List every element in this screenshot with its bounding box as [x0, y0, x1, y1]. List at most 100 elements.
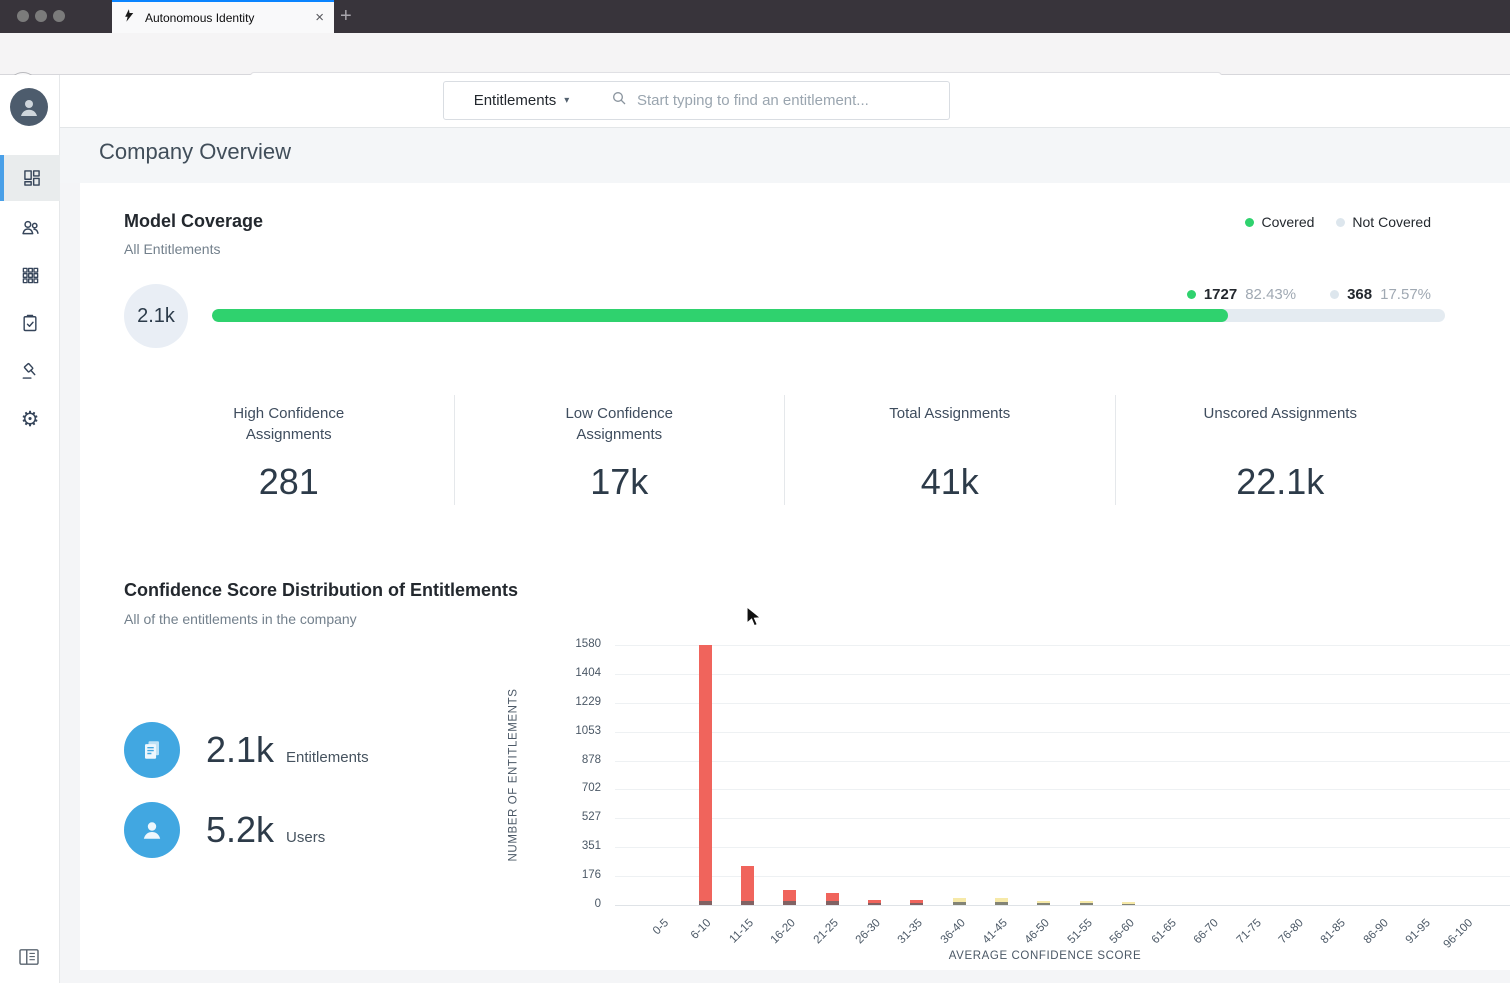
- traffic-light-close[interactable]: [17, 10, 29, 22]
- chart-bar-base: [741, 901, 755, 905]
- chart-bar[interactable]: [1079, 901, 1093, 905]
- stat-low-confidence: Low Confidence Assignments 17k: [453, 395, 785, 505]
- chart-gridline: [615, 673, 1510, 675]
- stats-row: High Confidence Assignments 281 Low Conf…: [124, 395, 1445, 505]
- chart-x-tick: 11-15: [727, 917, 757, 946]
- chart-gridline: [615, 789, 1510, 791]
- search-box[interactable]: [599, 81, 950, 120]
- stat-total-assignments: Total Assignments 41k: [784, 395, 1115, 505]
- not-covered-dot-icon: [1330, 290, 1340, 299]
- coverage-total-badge: 2.1k: [124, 284, 188, 348]
- chart-bar[interactable]: [825, 893, 839, 905]
- sidebar-item-rules[interactable]: [0, 348, 60, 394]
- coverage-progress-bar: [212, 309, 1445, 322]
- chart-gridline: [615, 731, 1510, 733]
- chart-x-tick: 16-20: [769, 917, 799, 947]
- stat-unscored-assignments: Unscored Assignments 22.1k: [1114, 395, 1446, 505]
- sidebar-item-approvals[interactable]: [0, 300, 60, 346]
- chart-gridline: [615, 847, 1510, 849]
- users-summary: 5.2k Users: [124, 802, 325, 858]
- chart-x-tick: 66-70: [1192, 917, 1222, 947]
- sidebar-item-settings[interactable]: ⚙: [0, 396, 60, 442]
- chart-gridline: [615, 645, 1510, 646]
- new-tab-button[interactable]: +: [340, 4, 352, 28]
- panel-toggle-icon[interactable]: [18, 948, 40, 971]
- covered-dot-icon: [1186, 290, 1196, 299]
- chart-x-tick: 96-100: [1441, 917, 1476, 951]
- tab-close-icon[interactable]: ×: [315, 10, 324, 25]
- legend-covered: Covered: [1245, 214, 1314, 230]
- chart-plot: NUMBER OF ENTITLEMENTS AVERAGE CONFIDENC…: [507, 638, 1510, 962]
- chart-bar-base: [952, 901, 966, 905]
- chart-bar-base: [868, 902, 881, 905]
- overview-card: Model Coverage Covered Not Covered All E…: [80, 183, 1510, 970]
- chart-bar[interactable]: [741, 866, 755, 905]
- not-covered-count: 368: [1347, 286, 1373, 303]
- chart-x-tick: 56-60: [1107, 917, 1137, 947]
- clipboard-check-icon: [23, 314, 37, 332]
- avatar[interactable]: [10, 88, 48, 126]
- covered-count: 1727: [1203, 286, 1238, 303]
- scope-dropdown[interactable]: Entitlements ▾: [443, 81, 600, 120]
- coverage-counts: 1727 82.43% 368 17.57%: [1186, 286, 1431, 303]
- browser-tab[interactable]: Autonomous Identity ×: [112, 0, 334, 33]
- chart-bar-base: [994, 901, 1008, 905]
- chart-x-tick: 61-65: [1149, 917, 1180, 947]
- chart-x-tick: 31-35: [896, 917, 926, 947]
- chart-bar[interactable]: [994, 897, 1008, 905]
- chart-bar[interactable]: [1037, 901, 1051, 905]
- chart-y-tick: 1229: [575, 695, 601, 708]
- chart-bar[interactable]: [1121, 901, 1135, 905]
- chart-x-tick: 21-25: [811, 917, 841, 947]
- chart-x-tick: 51-55: [1065, 917, 1095, 947]
- gear-icon: ⚙: [20, 407, 40, 431]
- chart-bar[interactable]: [952, 897, 966, 905]
- chart-bar[interactable]: [783, 890, 797, 905]
- coverage-progress-fill: [212, 309, 1229, 322]
- sidebar-item-users[interactable]: [0, 204, 60, 250]
- chart-y-tick: 1580: [575, 638, 601, 650]
- search-input[interactable]: [637, 92, 937, 109]
- chart-y-tick: 1404: [575, 666, 601, 679]
- chart-y-tick: 527: [581, 811, 601, 824]
- chart-bar[interactable]: [698, 645, 712, 905]
- not-covered-dot-icon: [1336, 217, 1346, 227]
- browser-tab-bar: Autonomous Identity × +: [0, 0, 1510, 33]
- chart-bar-base: [825, 901, 839, 905]
- chart-x-tick: 0-5: [651, 917, 672, 938]
- chart-bar[interactable]: [910, 899, 924, 905]
- chart-y-axis-title: NUMBER OF ENTITLEMENTS: [507, 688, 519, 862]
- chart-gridline: [615, 905, 1510, 906]
- chart-bar-base: [1037, 903, 1051, 905]
- browser-navbar: ! https://autoid-ui.forgerock.com/compan…: [0, 33, 1510, 102]
- legend-not-covered: Not Covered: [1336, 214, 1431, 230]
- chart-y-tick: 0: [594, 898, 601, 910]
- sidebar-item-entitlements[interactable]: [0, 252, 60, 298]
- users-icon: [21, 220, 39, 234]
- traffic-light-maximize[interactable]: [53, 10, 65, 22]
- page-title: Company Overview: [99, 139, 291, 164]
- forgerock-favicon-icon: [122, 8, 137, 28]
- traffic-light-minimize[interactable]: [35, 10, 47, 22]
- covered-percent: 82.43%: [1245, 286, 1297, 303]
- model-coverage-title: Model Coverage: [124, 211, 264, 231]
- entitlements-summary: 2.1k Entitlements: [124, 722, 369, 778]
- dashboard-icon: [24, 170, 40, 186]
- model-coverage-subtitle: All Entitlements: [124, 241, 221, 257]
- confidence-distribution-chart: NUMBER OF ENTITLEMENTS AVERAGE CONFIDENC…: [455, 638, 1510, 968]
- sidebar-item-dashboard[interactable]: [0, 155, 60, 201]
- chart-x-axis-title: AVERAGE CONFIDENCE SCORE: [948, 950, 1142, 962]
- chart-y-tick: 1053: [575, 724, 601, 737]
- chart-gridline: [615, 702, 1510, 704]
- apps-grid-icon: [22, 267, 38, 283]
- not-covered-percent: 17.57%: [1380, 286, 1431, 303]
- chart-x-tick: 91-95: [1403, 917, 1433, 947]
- chart-x-tick: 26-30: [853, 917, 883, 947]
- chart-bar[interactable]: [868, 900, 881, 905]
- chart-bar-base: [1121, 903, 1135, 905]
- chart-y-tick: 176: [581, 869, 601, 882]
- chart-y-tick: 878: [581, 753, 601, 766]
- chart-bar-base: [698, 901, 712, 905]
- chart-bar-base: [783, 901, 797, 905]
- stat-high-confidence: High Confidence Assignments 281: [233, 405, 345, 502]
